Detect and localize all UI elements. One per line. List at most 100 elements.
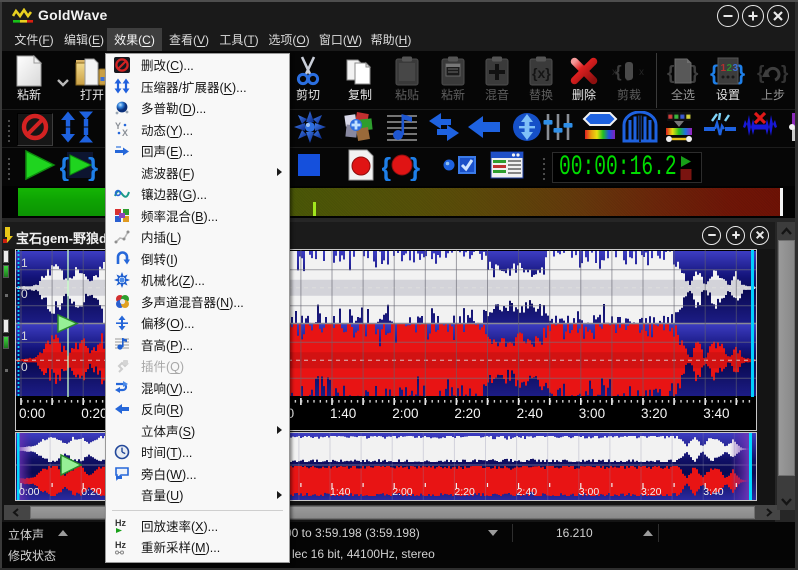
chevron-down-icon [57, 74, 69, 91]
menu-item-23[interactable]: Hz回放速率(X)... [106, 515, 289, 537]
menubar-item-8[interactable]: 帮助(H) [368, 28, 414, 51]
toolbar-cut-button[interactable]: 剪切 [285, 54, 331, 108]
effects-equalizer-button[interactable] [539, 112, 577, 147]
toolbar-paste-button[interactable]: 粘贴 [384, 54, 430, 108]
status-modified: 修改状态 [8, 547, 56, 564]
minimize-button[interactable] [717, 5, 739, 27]
menubar-item-7[interactable]: 窗口(W) [316, 28, 365, 51]
menu-item-5[interactable]: 回声(E)... [106, 140, 289, 162]
menu-item-8[interactable]: 频率混合(B)... [106, 205, 289, 227]
no-entry-big-icon [20, 112, 50, 147]
effects-compressor-button[interactable] [58, 112, 96, 147]
toolbar-button-label: 复制 [348, 89, 372, 102]
status-position[interactable]: 16.210 [556, 526, 593, 540]
channel1-white-indicator[interactable] [3, 250, 9, 263]
play-button[interactable] [20, 150, 58, 185]
effects-mixer-button[interactable] [339, 112, 377, 147]
toolbar-button-label: 设置 [716, 89, 740, 102]
properties-button[interactable] [488, 150, 526, 185]
menu-item-label: 内插(L) [141, 227, 181, 246]
channel-mode-up-icon[interactable] [58, 530, 68, 536]
maximize-button[interactable] [742, 5, 764, 27]
menu-item-12[interactable]: 多声道混音器(N)... [106, 291, 289, 313]
close-button[interactable] [767, 5, 789, 27]
menu-item-20[interactable]: 旁白(W)... [106, 463, 289, 485]
submenu-arrow-icon [277, 168, 282, 176]
status-selection[interactable]: 00 to 3:59.198 (3:59.198) [285, 526, 420, 540]
menubar-item-3[interactable]: 效果(C) [107, 28, 162, 51]
menubar-item-1[interactable]: 文件(F) [10, 28, 58, 51]
effects-pop-fix-button[interactable] [701, 112, 739, 147]
toolbar-trim-button[interactable]: { }xx剪裁 [606, 54, 652, 108]
menu-item-19[interactable]: 时间(T)... [106, 441, 289, 463]
toolbar-replace-button[interactable]: {x}替换 [518, 54, 564, 108]
toolbar-mix-button[interactable]: 混音 [474, 54, 520, 108]
effects-filter-button[interactable] [581, 112, 619, 147]
menu-item-6[interactable]: 滤波器(F) [106, 162, 289, 184]
menu-item-9[interactable]: 内插(L) [106, 226, 289, 248]
replace-icon: {x} [526, 54, 556, 88]
channel2-green-indicator[interactable] [3, 336, 9, 349]
scroll-up-icon[interactable] [777, 222, 796, 240]
effects-pitch-button[interactable] [383, 112, 421, 147]
plugin-icon [114, 358, 130, 374]
effects-cancel-button[interactable] [17, 113, 53, 146]
scroll-down-icon[interactable] [777, 492, 796, 510]
record-selection-button[interactable]: {} [383, 150, 421, 185]
vertical-scrollbar-thumb[interactable] [778, 240, 795, 476]
toolbar-new-button[interactable]: 粘新 [6, 54, 52, 108]
menu-item-15[interactable]: 插件(Q) [106, 355, 289, 377]
toolbar-paste-new-button[interactable]: 粘新 [430, 54, 476, 108]
toolbar-undo-button[interactable]: {}上步 [750, 54, 796, 108]
time-axis-label: 2:20 [454, 406, 480, 421]
effects-noise-reduction-button[interactable] [741, 112, 779, 147]
scroll-right-icon[interactable] [758, 506, 778, 519]
toolbar-settings-button[interactable]: {}123设置 [705, 54, 751, 108]
toolbar-select-all-button[interactable]: {}全选 [660, 54, 706, 108]
menu-item-1[interactable]: 删改(C)... [106, 54, 289, 76]
sound-close-button[interactable] [750, 226, 769, 245]
channel2-white-indicator[interactable] [3, 319, 9, 333]
menubar-item-5[interactable]: 工具(T) [216, 28, 262, 51]
settings-icon: {}123 [710, 54, 746, 88]
menu-item-7[interactable]: 镶边器(G)... [106, 183, 289, 205]
menu-item-10[interactable]: 倒转(I) [106, 248, 289, 270]
menu-item-11[interactable]: 机械化(Z)... [106, 269, 289, 291]
menu-item-24[interactable]: Hz重新采样(M)... [106, 536, 289, 558]
effects-spectrum-button[interactable]: ▦▦▦▦ [660, 112, 698, 147]
voice-icon [114, 465, 130, 481]
new-dropdown-button[interactable] [57, 74, 69, 92]
selection-dropdown-icon[interactable] [488, 530, 498, 536]
sound-maximize-button[interactable] [726, 226, 745, 245]
menu-item-2[interactable]: 压缩器/扩展器(K)... [106, 76, 289, 98]
menu-item-17[interactable]: 反向(R) [106, 398, 289, 420]
menu-item-3[interactable]: 多普勒(D)... [106, 97, 289, 119]
effects-gate-button[interactable] [621, 112, 659, 147]
effects-mechanize-button[interactable] [291, 112, 329, 147]
status-channel-mode[interactable]: 立体声 [8, 526, 44, 543]
monitor-button[interactable] [440, 150, 478, 185]
menu-item-18[interactable]: 立体声(S) [106, 420, 289, 442]
menu-item-4[interactable]: YX动态(Y)... [106, 119, 289, 141]
vertical-scrollbar[interactable] [777, 222, 796, 510]
toolbar-delete-button[interactable]: 删除 [561, 54, 607, 108]
toolbar-button-label: 粘新 [441, 89, 465, 102]
position-up-icon[interactable] [643, 530, 653, 536]
record-button[interactable] [342, 150, 380, 185]
effects-reverb-button[interactable] [425, 112, 463, 147]
menu-item-21[interactable]: 音量(U) [106, 484, 289, 506]
menubar-item-2[interactable]: 编辑(E) [63, 28, 105, 51]
menubar-item-6[interactable]: 选项(O) [266, 28, 312, 51]
menubar-item-4[interactable]: 查看(V) [166, 28, 212, 51]
scroll-left-icon[interactable] [6, 506, 26, 519]
stop-button[interactable] [290, 150, 328, 185]
menu-item-14[interactable]: 音高(P)... [106, 334, 289, 356]
time-axis-label: 0:00 [19, 406, 45, 421]
play-selection-button[interactable]: {} [61, 150, 99, 185]
channel1-green-indicator[interactable] [3, 265, 9, 278]
sound-minimize-button[interactable] [702, 226, 721, 245]
menu-item-16[interactable]: 混响(V)... [106, 377, 289, 399]
menu-item-13[interactable]: 偏移(O)... [106, 312, 289, 334]
effects-reverse-button[interactable] [465, 112, 503, 147]
toolbar-copy-button[interactable]: 复制 [337, 54, 383, 108]
